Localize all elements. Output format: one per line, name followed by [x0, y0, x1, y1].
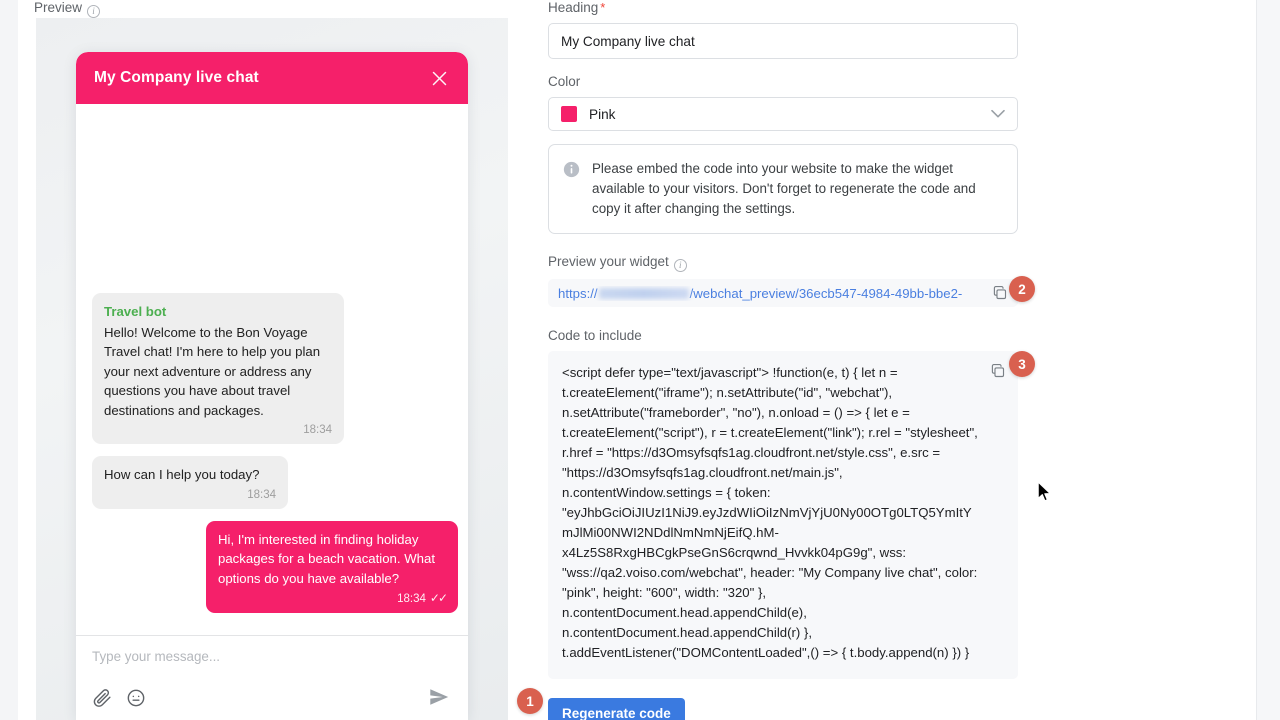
info-icon[interactable]: i	[87, 5, 101, 18]
preview-url-row[interactable]: https:// /webchat_preview/36ecb547-4984-4…	[548, 279, 1018, 307]
heading-label: Heading *	[548, 0, 1018, 16]
code-group: Code to include <script defer type="text…	[548, 328, 1018, 679]
code-box[interactable]: <script defer type="text/javascript"> !f…	[548, 351, 1018, 679]
preview-url-suffix: /webchat_preview/36ecb547-4984-49bb-bbe2…	[689, 285, 963, 301]
chat-widget-title: My Company live chat	[94, 69, 259, 86]
preview-widget-label: Preview your widget i	[548, 254, 1018, 272]
heading-input[interactable]: My Company live chat	[548, 23, 1018, 59]
preview-stage: My Company live chat Travel bot Hello! W…	[36, 18, 508, 720]
regenerate-code-button[interactable]: Regenerate code	[548, 698, 685, 720]
info-icon[interactable]: i	[673, 259, 687, 272]
color-swatch	[561, 106, 577, 122]
preview-url-prefix: https://	[558, 285, 598, 301]
preview-url-text[interactable]: https:// /webchat_preview/36ecb547-4984-4…	[558, 286, 984, 301]
chat-message-bot: Travel bot Hello! Welcome to the Bon Voy…	[92, 292, 344, 444]
chat-messages: Travel bot Hello! Welcome to the Bon Voy…	[92, 292, 458, 626]
message-input[interactable]: Type your message...	[92, 648, 452, 666]
color-field-group: Color Pink	[548, 74, 1018, 131]
step-badge-1: 1	[517, 688, 543, 714]
message-text: Hi, I'm interested in finding holiday pa…	[218, 531, 435, 586]
step-badge-2: 2	[1009, 276, 1035, 302]
required-marker: *	[600, 0, 606, 15]
webchat-widget-settings-page: Preview i My Company live chat Travel bot…	[0, 0, 1280, 720]
read-receipt-icon: ✓✓	[429, 591, 448, 605]
emoji-icon[interactable]	[126, 688, 146, 708]
preview-widget-group: Preview your widget i https:// /webchat_pr…	[548, 254, 1018, 307]
chevron-down-icon[interactable]	[991, 109, 1005, 119]
message-time: 18:34	[303, 424, 332, 436]
code-label: Code to include	[548, 328, 642, 343]
close-icon[interactable]	[428, 67, 450, 89]
preview-label-text: Preview	[34, 0, 83, 15]
copy-icon[interactable]	[990, 363, 1006, 379]
left-edge-strip	[0, 0, 18, 720]
copy-icon[interactable]	[992, 285, 1008, 301]
message-text: How can I help you today?	[104, 467, 260, 482]
heading-field-group: Heading * My Company live chat	[548, 0, 1018, 59]
heading-label-text: Heading	[548, 0, 599, 15]
mouse-cursor	[1037, 481, 1051, 502]
chat-message-user: Hi, I'm interested in finding holiday pa…	[206, 520, 458, 613]
chat-widget-header: My Company live chat	[76, 52, 468, 104]
message-time: 18:34 ✓✓	[218, 590, 448, 607]
message-text: Hello! Welcome to the Bon Voyage Travel …	[104, 324, 321, 418]
chat-widget: My Company live chat Travel bot Hello! W…	[76, 52, 468, 720]
compose-tools	[92, 688, 146, 708]
step-badge-3: 3	[1009, 351, 1035, 377]
page-scrollbar-track[interactable]	[1268, 0, 1280, 720]
color-select[interactable]: Pink	[548, 97, 1018, 131]
color-select-value: Pink	[589, 106, 616, 122]
preview-widget-label-text: Preview your widget	[548, 254, 669, 269]
send-icon[interactable]	[428, 686, 450, 708]
color-label: Color	[548, 74, 581, 89]
embed-notice-text: Please embed the code into your website …	[592, 161, 976, 216]
preview-section-label: Preview i	[34, 0, 101, 18]
chat-message-bot: How can I help you today? 18:34	[92, 456, 288, 509]
paperclip-icon[interactable]	[92, 688, 112, 708]
chat-compose-area: Type your message...	[76, 635, 468, 720]
chat-message-list[interactable]: Travel bot Hello! Welcome to the Bon Voy…	[76, 104, 468, 635]
info-icon	[563, 161, 580, 178]
embed-notice: Please embed the code into your website …	[548, 144, 1018, 234]
redacted-domain	[598, 287, 689, 299]
message-time-value: 18:34	[397, 593, 426, 605]
message-sender: Travel bot	[104, 303, 167, 319]
code-content: <script defer type="text/javascript"> !f…	[562, 365, 982, 660]
message-time: 18:34	[247, 488, 276, 501]
